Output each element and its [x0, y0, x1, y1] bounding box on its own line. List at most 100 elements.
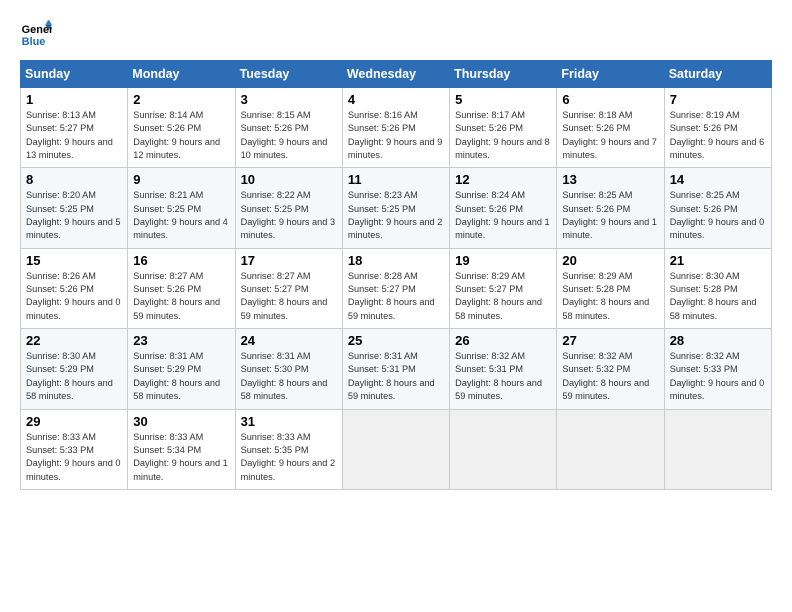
day-number: 18 [348, 253, 444, 268]
day-number: 24 [241, 333, 337, 348]
calendar-cell: 6 Sunrise: 8:18 AM Sunset: 5:26 PM Dayli… [557, 88, 664, 168]
day-number: 17 [241, 253, 337, 268]
sun-info: Sunrise: 8:22 AM Sunset: 5:25 PM Dayligh… [241, 189, 337, 242]
sun-info: Sunrise: 8:32 AM Sunset: 5:31 PM Dayligh… [455, 350, 551, 403]
col-wednesday: Wednesday [342, 61, 449, 88]
calendar-week-row: 8 Sunrise: 8:20 AM Sunset: 5:25 PM Dayli… [21, 168, 772, 248]
col-sunday: Sunday [21, 61, 128, 88]
calendar-cell: 24 Sunrise: 8:31 AM Sunset: 5:30 PM Dayl… [235, 329, 342, 409]
calendar-week-row: 29 Sunrise: 8:33 AM Sunset: 5:33 PM Dayl… [21, 409, 772, 489]
header: General Blue [20, 18, 772, 50]
sun-info: Sunrise: 8:25 AM Sunset: 5:26 PM Dayligh… [562, 189, 658, 242]
calendar-cell: 18 Sunrise: 8:28 AM Sunset: 5:27 PM Dayl… [342, 248, 449, 328]
calendar-cell: 23 Sunrise: 8:31 AM Sunset: 5:29 PM Dayl… [128, 329, 235, 409]
day-number: 14 [670, 172, 766, 187]
sun-info: Sunrise: 8:26 AM Sunset: 5:26 PM Dayligh… [26, 270, 122, 323]
day-number: 29 [26, 414, 122, 429]
calendar-cell: 11 Sunrise: 8:23 AM Sunset: 5:25 PM Dayl… [342, 168, 449, 248]
calendar-cell: 4 Sunrise: 8:16 AM Sunset: 5:26 PM Dayli… [342, 88, 449, 168]
calendar-cell: 13 Sunrise: 8:25 AM Sunset: 5:26 PM Dayl… [557, 168, 664, 248]
calendar-cell: 7 Sunrise: 8:19 AM Sunset: 5:26 PM Dayli… [664, 88, 771, 168]
sun-info: Sunrise: 8:33 AM Sunset: 5:33 PM Dayligh… [26, 431, 122, 484]
calendar-cell: 16 Sunrise: 8:27 AM Sunset: 5:26 PM Dayl… [128, 248, 235, 328]
sun-info: Sunrise: 8:23 AM Sunset: 5:25 PM Dayligh… [348, 189, 444, 242]
svg-text:Blue: Blue [22, 36, 46, 48]
sun-info: Sunrise: 8:31 AM Sunset: 5:31 PM Dayligh… [348, 350, 444, 403]
calendar-cell: 29 Sunrise: 8:33 AM Sunset: 5:33 PM Dayl… [21, 409, 128, 489]
day-number: 13 [562, 172, 658, 187]
calendar-cell: 28 Sunrise: 8:32 AM Sunset: 5:33 PM Dayl… [664, 329, 771, 409]
col-tuesday: Tuesday [235, 61, 342, 88]
calendar-cell: 22 Sunrise: 8:30 AM Sunset: 5:29 PM Dayl… [21, 329, 128, 409]
calendar-cell [342, 409, 449, 489]
day-number: 15 [26, 253, 122, 268]
sun-info: Sunrise: 8:29 AM Sunset: 5:28 PM Dayligh… [562, 270, 658, 323]
sun-info: Sunrise: 8:24 AM Sunset: 5:26 PM Dayligh… [455, 189, 551, 242]
col-monday: Monday [128, 61, 235, 88]
sun-info: Sunrise: 8:28 AM Sunset: 5:27 PM Dayligh… [348, 270, 444, 323]
calendar-cell: 3 Sunrise: 8:15 AM Sunset: 5:26 PM Dayli… [235, 88, 342, 168]
day-number: 16 [133, 253, 229, 268]
sun-info: Sunrise: 8:25 AM Sunset: 5:26 PM Dayligh… [670, 189, 766, 242]
header-row: Sunday Monday Tuesday Wednesday Thursday… [21, 61, 772, 88]
calendar-cell: 14 Sunrise: 8:25 AM Sunset: 5:26 PM Dayl… [664, 168, 771, 248]
calendar-cell: 1 Sunrise: 8:13 AM Sunset: 5:27 PM Dayli… [21, 88, 128, 168]
calendar-cell: 31 Sunrise: 8:33 AM Sunset: 5:35 PM Dayl… [235, 409, 342, 489]
day-number: 28 [670, 333, 766, 348]
calendar-cell: 5 Sunrise: 8:17 AM Sunset: 5:26 PM Dayli… [450, 88, 557, 168]
day-number: 20 [562, 253, 658, 268]
day-number: 27 [562, 333, 658, 348]
day-number: 5 [455, 92, 551, 107]
day-number: 21 [670, 253, 766, 268]
sun-info: Sunrise: 8:21 AM Sunset: 5:25 PM Dayligh… [133, 189, 229, 242]
day-number: 9 [133, 172, 229, 187]
day-number: 7 [670, 92, 766, 107]
sun-info: Sunrise: 8:33 AM Sunset: 5:34 PM Dayligh… [133, 431, 229, 484]
calendar-cell: 17 Sunrise: 8:27 AM Sunset: 5:27 PM Dayl… [235, 248, 342, 328]
calendar-cell: 27 Sunrise: 8:32 AM Sunset: 5:32 PM Dayl… [557, 329, 664, 409]
calendar-cell [664, 409, 771, 489]
sun-info: Sunrise: 8:18 AM Sunset: 5:26 PM Dayligh… [562, 109, 658, 162]
sun-info: Sunrise: 8:29 AM Sunset: 5:27 PM Dayligh… [455, 270, 551, 323]
calendar-cell: 21 Sunrise: 8:30 AM Sunset: 5:28 PM Dayl… [664, 248, 771, 328]
calendar-cell: 30 Sunrise: 8:33 AM Sunset: 5:34 PM Dayl… [128, 409, 235, 489]
calendar-cell: 19 Sunrise: 8:29 AM Sunset: 5:27 PM Dayl… [450, 248, 557, 328]
calendar-cell: 10 Sunrise: 8:22 AM Sunset: 5:25 PM Dayl… [235, 168, 342, 248]
sun-info: Sunrise: 8:31 AM Sunset: 5:30 PM Dayligh… [241, 350, 337, 403]
sun-info: Sunrise: 8:27 AM Sunset: 5:27 PM Dayligh… [241, 270, 337, 323]
day-number: 2 [133, 92, 229, 107]
day-number: 31 [241, 414, 337, 429]
calendar-cell: 20 Sunrise: 8:29 AM Sunset: 5:28 PM Dayl… [557, 248, 664, 328]
day-number: 10 [241, 172, 337, 187]
calendar-table: Sunday Monday Tuesday Wednesday Thursday… [20, 60, 772, 490]
sun-info: Sunrise: 8:27 AM Sunset: 5:26 PM Dayligh… [133, 270, 229, 323]
col-saturday: Saturday [664, 61, 771, 88]
calendar-cell: 26 Sunrise: 8:32 AM Sunset: 5:31 PM Dayl… [450, 329, 557, 409]
day-number: 26 [455, 333, 551, 348]
calendar-cell [450, 409, 557, 489]
logo: General Blue [20, 18, 52, 50]
day-number: 1 [26, 92, 122, 107]
calendar-cell: 9 Sunrise: 8:21 AM Sunset: 5:25 PM Dayli… [128, 168, 235, 248]
calendar-week-row: 1 Sunrise: 8:13 AM Sunset: 5:27 PM Dayli… [21, 88, 772, 168]
calendar-cell: 8 Sunrise: 8:20 AM Sunset: 5:25 PM Dayli… [21, 168, 128, 248]
sun-info: Sunrise: 8:13 AM Sunset: 5:27 PM Dayligh… [26, 109, 122, 162]
sun-info: Sunrise: 8:20 AM Sunset: 5:25 PM Dayligh… [26, 189, 122, 242]
day-number: 23 [133, 333, 229, 348]
day-number: 22 [26, 333, 122, 348]
day-number: 11 [348, 172, 444, 187]
calendar-cell: 2 Sunrise: 8:14 AM Sunset: 5:26 PM Dayli… [128, 88, 235, 168]
calendar-week-row: 22 Sunrise: 8:30 AM Sunset: 5:29 PM Dayl… [21, 329, 772, 409]
sun-info: Sunrise: 8:19 AM Sunset: 5:26 PM Dayligh… [670, 109, 766, 162]
day-number: 8 [26, 172, 122, 187]
day-number: 19 [455, 253, 551, 268]
sun-info: Sunrise: 8:15 AM Sunset: 5:26 PM Dayligh… [241, 109, 337, 162]
day-number: 6 [562, 92, 658, 107]
day-number: 25 [348, 333, 444, 348]
day-number: 12 [455, 172, 551, 187]
logo-icon: General Blue [20, 18, 52, 50]
calendar-cell: 15 Sunrise: 8:26 AM Sunset: 5:26 PM Dayl… [21, 248, 128, 328]
calendar-cell: 12 Sunrise: 8:24 AM Sunset: 5:26 PM Dayl… [450, 168, 557, 248]
day-number: 3 [241, 92, 337, 107]
sun-info: Sunrise: 8:32 AM Sunset: 5:33 PM Dayligh… [670, 350, 766, 403]
